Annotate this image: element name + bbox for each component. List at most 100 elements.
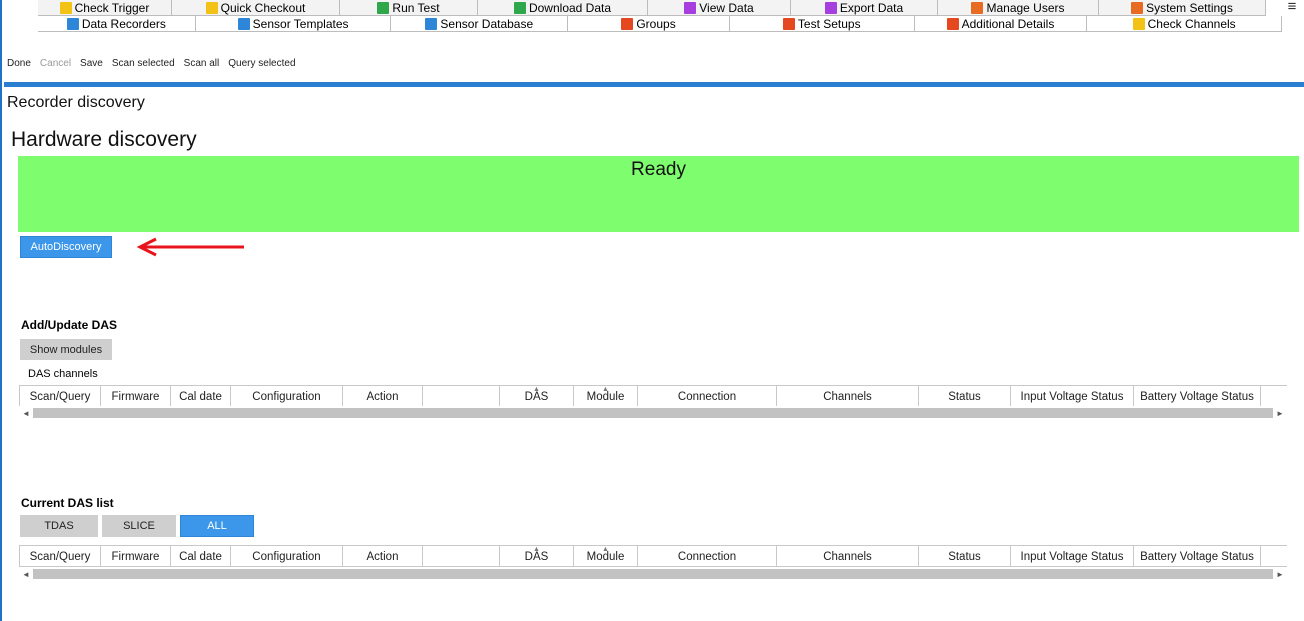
scan-selected-button[interactable]: Scan selected — [112, 58, 175, 69]
tab-data-recorders[interactable]: Data Recorders — [38, 16, 196, 32]
scroll-thumb[interactable] — [33, 569, 1273, 579]
toolbar: Done Cancel Save Scan selected Scan all … — [7, 58, 296, 69]
column-header-label: Cal date — [179, 550, 222, 563]
column-header[interactable]: Action — [343, 546, 423, 567]
column-header[interactable]: Configuration — [231, 386, 343, 407]
filter-tdas-button[interactable]: TDAS — [20, 515, 98, 537]
query-selected-button[interactable]: Query selected — [228, 58, 295, 69]
column-header[interactable]: ▲ DAS — [500, 546, 574, 567]
tab-label: System Settings — [1146, 0, 1233, 15]
filter-slice-button[interactable]: SLICE — [102, 515, 176, 537]
check-channels-icon — [1132, 17, 1145, 30]
hamburger-menu-icon[interactable]: ≡ — [1284, 0, 1300, 16]
column-header[interactable]: Battery Voltage Status — [1134, 546, 1261, 567]
column-header[interactable]: ▲ Module — [574, 546, 638, 567]
column-header[interactable]: Channels — [777, 546, 919, 567]
autodiscovery-button[interactable]: AutoDiscovery — [20, 236, 112, 258]
tab-manage-users[interactable]: Manage Users — [938, 0, 1099, 16]
test-setups-icon — [782, 17, 795, 30]
tab-groups[interactable]: Groups — [568, 16, 730, 32]
download-data-icon — [513, 1, 526, 14]
show-modules-button[interactable]: Show modules — [20, 339, 112, 360]
tab-check-trigger[interactable]: Check Trigger — [38, 0, 172, 16]
app-window: Check Trigger Quick Checkout Run Test Downl… — [0, 0, 1304, 621]
column-header[interactable]: Connection — [638, 386, 777, 407]
done-button[interactable]: Done — [7, 58, 31, 69]
scroll-left-icon[interactable]: ◄ — [19, 406, 33, 420]
tab-label: Sensor Database — [440, 16, 534, 31]
column-header-label: Connection — [677, 550, 737, 563]
column-header-label: Status — [948, 550, 981, 563]
cancel-button[interactable]: Cancel — [40, 58, 71, 69]
column-header[interactable]: Input Voltage Status — [1011, 386, 1134, 407]
column-header[interactable]: Firmware — [101, 386, 171, 407]
tab-label: Groups — [636, 16, 676, 31]
column-header[interactable]: Status — [919, 546, 1011, 567]
scan-all-button[interactable]: Scan all — [184, 58, 220, 69]
tab-label: Run Test — [392, 0, 440, 15]
save-button[interactable]: Save — [80, 58, 103, 69]
column-header[interactable]: Firmware — [101, 546, 171, 567]
data-recorders-icon — [66, 17, 79, 30]
scroll-right-icon[interactable]: ► — [1273, 567, 1287, 581]
das-channels-table-header: Scan/Query Firmware Cal date Configuration A… — [19, 385, 1287, 407]
column-header-label: Scan/Query — [29, 550, 91, 563]
column-header[interactable] — [423, 386, 500, 407]
scroll-right-icon[interactable]: ► — [1273, 406, 1287, 420]
header-divider — [4, 82, 1304, 87]
column-header-label: Action — [366, 550, 399, 563]
tab-additional-details[interactable]: Additional Details — [914, 16, 1088, 32]
current-das-table-header: Scan/Query Firmware Cal date Configuration A… — [19, 545, 1287, 567]
column-header[interactable]: Cal date — [171, 386, 231, 407]
column-header-label: Action — [366, 390, 399, 403]
scroll-left-icon[interactable]: ◄ — [19, 567, 33, 581]
column-header[interactable] — [423, 546, 500, 567]
status-banner: Ready — [18, 156, 1299, 232]
tab-sensor-templates[interactable]: Sensor Templates — [195, 16, 392, 32]
export-data-icon — [824, 1, 837, 14]
das-channels-scrollbar[interactable]: ◄ ► — [19, 406, 1287, 420]
column-header[interactable]: Battery Voltage Status — [1134, 386, 1261, 407]
column-header[interactable]: Cal date — [171, 546, 231, 567]
tab-label: Additional Details — [961, 16, 1055, 31]
column-header[interactable]: Action — [343, 386, 423, 407]
column-header-label: Channels — [823, 390, 872, 403]
column-header[interactable]: Configuration — [231, 546, 343, 567]
column-header[interactable]: Input Voltage Status — [1011, 546, 1134, 567]
tab-sensor-database[interactable]: Sensor Database — [391, 16, 569, 32]
sensor-database-icon — [425, 17, 438, 30]
column-header[interactable]: Channels — [777, 386, 919, 407]
check-trigger-icon — [59, 1, 72, 14]
column-header-label: Cal date — [179, 390, 222, 403]
das-channels-label: DAS channels — [28, 368, 98, 380]
tab-check-channels[interactable]: Check Channels — [1087, 16, 1282, 32]
column-header[interactable]: Scan/Query — [19, 546, 101, 567]
column-header[interactable]: Scan/Query — [19, 386, 101, 407]
column-header[interactable]: ▲ Module — [574, 386, 638, 407]
tab-label: Download Data — [528, 0, 612, 15]
filter-all-button[interactable]: ALL — [180, 515, 254, 537]
tab-system-settings[interactable]: System Settings — [1099, 0, 1266, 16]
tab-label: Manage Users — [986, 0, 1065, 15]
quick-checkout-icon — [205, 1, 218, 14]
tab-test-setups[interactable]: Test Setups — [729, 16, 915, 32]
column-header-label: Status — [948, 390, 981, 403]
column-header[interactable]: Connection — [638, 546, 777, 567]
tab-view-data[interactable]: View Data — [648, 0, 791, 16]
scroll-thumb[interactable] — [33, 408, 1273, 418]
tab-quick-checkout[interactable]: Quick Checkout — [172, 0, 340, 16]
tab-download-data[interactable]: Download Data — [478, 0, 648, 16]
current-das-list-title: Current DAS list — [21, 496, 114, 510]
column-header-label: Scan/Query — [29, 390, 91, 403]
column-header[interactable]: ▲ DAS — [500, 386, 574, 407]
tab-label: Sensor Templates — [252, 16, 349, 31]
column-header-label: Battery Voltage Status — [1140, 550, 1254, 563]
column-header[interactable]: Status — [919, 386, 1011, 407]
current-das-scrollbar[interactable]: ◄ ► — [19, 567, 1287, 581]
tab-export-data[interactable]: Export Data — [791, 0, 938, 16]
column-header-label: Input Voltage Status — [1020, 390, 1124, 403]
tab-label: Test Setups — [797, 16, 861, 31]
sensor-templates-icon — [237, 17, 250, 30]
top-nav-row-1: Check Trigger Quick Checkout Run Test Downl… — [38, 0, 1282, 16]
tab-run-test[interactable]: Run Test — [340, 0, 478, 16]
